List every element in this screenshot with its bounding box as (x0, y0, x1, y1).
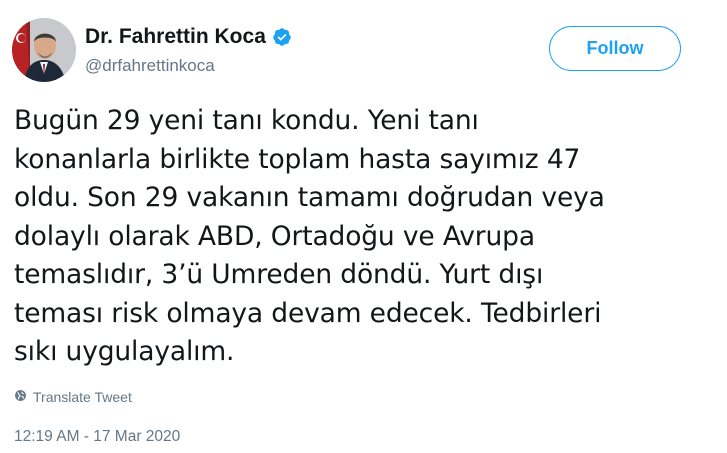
tweet-card: Dr. Fahrettin Koca @drfahrettinkoca Foll… (0, 0, 727, 453)
tweet-text-line: sıkı uygulayalım. (14, 336, 235, 367)
verified-badge-icon (272, 27, 292, 47)
author-handle[interactable]: @drfahrettinkoca (85, 56, 292, 76)
author-name[interactable]: Dr. Fahrettin Koca (85, 24, 266, 50)
tweet-text-line: dolaylı olarak ABD, Ortadoğu ve Avrupa (14, 220, 535, 252)
user-info: Dr. Fahrettin Koca @drfahrettinkoca (85, 24, 292, 76)
tweet-timestamp[interactable]: 12:19 AM - 17 Mar 2020 (14, 427, 180, 447)
avatar[interactable] (12, 18, 76, 82)
tweet-text-line: konanlarla birlikte toplam hasta sayımız… (14, 143, 581, 175)
tweet-text-line: temaslıdır, 3’ü Umreden döndü. Yurt dışı (14, 259, 544, 290)
name-row: Dr. Fahrettin Koca (85, 24, 292, 50)
tweet-text: Bugün 29 yeni tanı kondu. Yeni tanı kona… (14, 102, 704, 372)
tweet-text-line: teması risk olmaya devam edecek. Tedbirl… (14, 297, 602, 329)
globe-icon (14, 389, 27, 405)
translate-label: Translate Tweet (33, 389, 132, 405)
translate-tweet-link[interactable]: Translate Tweet (14, 389, 132, 405)
tweet-header: Dr. Fahrettin Koca @drfahrettinkoca Foll… (12, 18, 681, 82)
tweet-text-line: Bugün 29 yeni tanı kondu. Yeni tanı (14, 105, 479, 136)
follow-button[interactable]: Follow (549, 26, 681, 71)
tweet-text-line: oldu. Son 29 vakanın tamamı doğrudan vey… (14, 182, 605, 213)
profile-photo-icon (12, 18, 76, 82)
